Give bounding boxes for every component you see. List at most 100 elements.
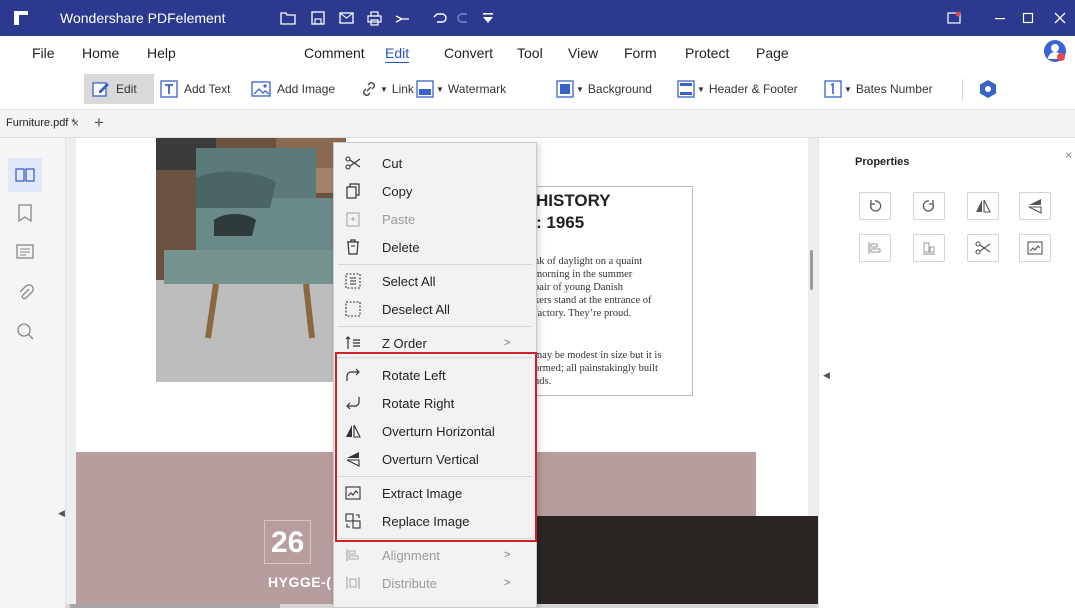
- copy-menu-item[interactable]: Copy: [334, 177, 536, 205]
- menu-tool[interactable]: Tool: [517, 45, 543, 61]
- document-tab-bar: Furniture.pdf * × +: [0, 110, 1075, 138]
- submenu-arrow-icon: >: [504, 549, 511, 561]
- menu-comment[interactable]: Comment: [304, 45, 365, 61]
- undo-icon[interactable]: [430, 8, 450, 28]
- collapse-right-panel-icon[interactable]: ◀: [823, 370, 830, 381]
- thumbnails-icon[interactable]: [8, 158, 42, 192]
- customize-toolbar-icon[interactable]: [478, 8, 498, 28]
- add-image-icon: [251, 81, 271, 97]
- para2-line: ormed; all painstakingly built: [534, 363, 658, 374]
- header-footer-icon: [677, 80, 695, 98]
- copy-label: Copy: [382, 183, 413, 199]
- tab-close-icon[interactable]: ×: [72, 116, 79, 130]
- background-label: Background: [587, 82, 652, 96]
- attachment-icon[interactable]: [8, 276, 42, 310]
- menu-page[interactable]: Page: [756, 45, 789, 61]
- document-tab[interactable]: Furniture.pdf *: [6, 117, 76, 129]
- close-icon[interactable]: [1048, 7, 1072, 29]
- delete-menu-item[interactable]: Delete: [334, 233, 536, 261]
- watermark-label: Watermark: [447, 82, 507, 96]
- alignment-label: Alignment: [382, 547, 440, 563]
- share-icon[interactable]: [392, 8, 412, 28]
- search-icon[interactable]: [8, 314, 42, 348]
- prop-align-button[interactable]: [859, 234, 891, 262]
- collapse-left-panel-icon[interactable]: ◀: [58, 508, 65, 519]
- prop-distribute-button[interactable]: [913, 234, 945, 262]
- bates-number-icon: [824, 80, 842, 98]
- bates-number-dropdown-icon: ▼: [844, 84, 852, 94]
- maximize-icon[interactable]: [1016, 7, 1040, 29]
- redo-icon[interactable]: [454, 8, 474, 28]
- select-all-label: Select All: [382, 273, 436, 289]
- edit-tool-label: Edit: [116, 82, 137, 96]
- prop-crop-button[interactable]: [967, 234, 999, 262]
- menu-file[interactable]: File: [32, 45, 55, 61]
- z-order-label: Z Order: [382, 335, 427, 351]
- menu-home[interactable]: Home: [82, 45, 119, 61]
- title-bar: Wondershare PDFelement: [0, 0, 1075, 36]
- menu-view[interactable]: View: [568, 45, 598, 61]
- add-image-button[interactable]: Add Image: [251, 74, 335, 104]
- properties-panel: ◀ Properties ×: [818, 138, 1075, 608]
- menu-edit[interactable]: Edit: [385, 45, 409, 61]
- menu-help[interactable]: Help: [147, 45, 176, 61]
- select-all-icon: [345, 273, 361, 289]
- watermark-icon: [416, 80, 434, 98]
- header-footer-button[interactable]: ▼ Header & Footer: [677, 74, 798, 104]
- new-tab-icon[interactable]: +: [94, 113, 104, 133]
- select-all-menu-item[interactable]: Select All: [334, 267, 536, 295]
- alignment-menu-item[interactable]: Alignment >: [334, 541, 536, 569]
- submenu-arrow-icon: >: [504, 577, 511, 589]
- watermark-button[interactable]: ▼ Watermark: [416, 74, 506, 104]
- scissors-icon: [345, 156, 361, 170]
- para1-line: kers stand at the entrance of: [534, 295, 652, 306]
- bates-number-button[interactable]: ▼ Bates Number: [824, 74, 933, 104]
- para2-line: nds.: [534, 376, 552, 387]
- settings-hexagon-button[interactable]: [978, 74, 998, 104]
- save-icon[interactable]: [308, 8, 328, 28]
- flip-vertical-icon: [1028, 199, 1042, 214]
- deselect-all-menu-item[interactable]: Deselect All: [334, 295, 536, 323]
- bookmark-icon[interactable]: [8, 196, 42, 230]
- email-icon[interactable]: [336, 8, 356, 28]
- menu-bar: File Home Help Comment Edit Convert Tool…: [0, 36, 1075, 68]
- print-icon[interactable]: [364, 8, 384, 28]
- account-avatar-icon[interactable]: [1044, 40, 1066, 62]
- paste-menu-item[interactable]: Paste: [334, 205, 536, 233]
- link-button[interactable]: ▼ Link: [360, 74, 414, 104]
- prop-rotate-right-button[interactable]: [913, 192, 945, 220]
- menu-convert[interactable]: Convert: [444, 45, 493, 61]
- horizontal-scroll-thumb[interactable]: [70, 604, 280, 608]
- vertical-scrollbar[interactable]: [810, 250, 813, 290]
- prop-rotate-left-button[interactable]: [859, 192, 891, 220]
- history-paragraph-2: may be modest in size but it is ormed; a…: [534, 349, 692, 388]
- sofa-photo[interactable]: [156, 138, 346, 382]
- properties-title: Properties: [855, 156, 910, 168]
- prop-flip-vertical-button[interactable]: [1019, 192, 1051, 220]
- bates-number-label: Bates Number: [855, 82, 933, 96]
- rotate-right-icon: [922, 200, 935, 212]
- history-year: : 1965: [536, 213, 585, 232]
- comments-icon[interactable]: [8, 236, 42, 270]
- minimize-icon[interactable]: [988, 7, 1012, 29]
- paste-label: Paste: [382, 211, 416, 227]
- edit-tool-button[interactable]: Edit: [84, 74, 154, 104]
- prop-extract-image-button[interactable]: [1019, 234, 1051, 262]
- notification-icon[interactable]: [942, 7, 966, 29]
- add-text-button[interactable]: Add Text: [160, 74, 230, 104]
- dark-photo[interactable]: [528, 516, 818, 608]
- app-title: Wondershare PDFelement: [60, 10, 226, 26]
- copy-icon: [346, 183, 360, 199]
- background-button[interactable]: ▼ Background: [556, 74, 652, 104]
- open-folder-icon[interactable]: [278, 8, 298, 28]
- watermark-dropdown-icon: ▼: [436, 84, 444, 94]
- para1-line: pair of young Danish: [534, 282, 623, 293]
- prop-flip-horizontal-button[interactable]: [967, 192, 999, 220]
- distribute-menu-item[interactable]: Distribute >: [334, 569, 536, 597]
- cut-menu-item[interactable]: Cut: [334, 149, 536, 177]
- menu-form[interactable]: Form: [624, 45, 657, 61]
- properties-close-icon[interactable]: ×: [1065, 148, 1072, 162]
- menu-protect[interactable]: Protect: [685, 45, 729, 61]
- link-icon: [363, 82, 375, 96]
- flip-horizontal-icon: [976, 199, 991, 213]
